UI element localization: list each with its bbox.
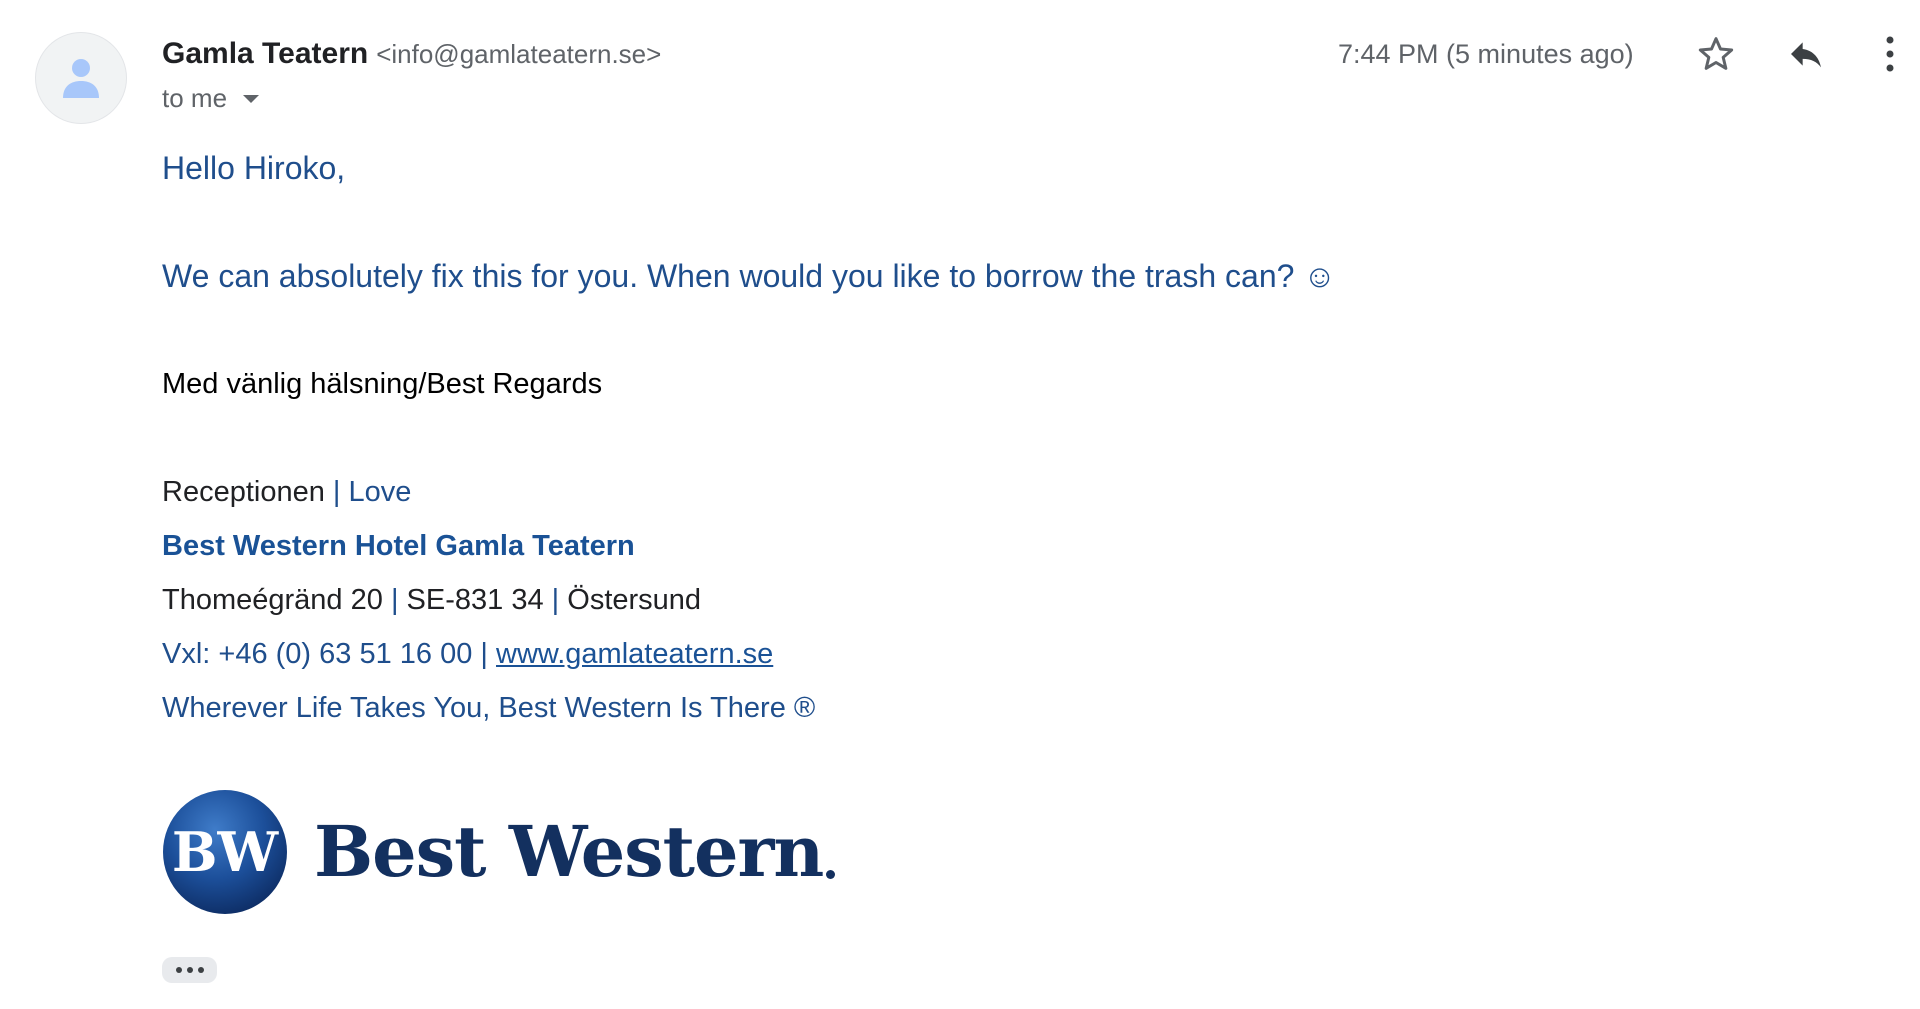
- show-trimmed-content-button[interactable]: [162, 957, 217, 983]
- bw-badge-text: BW: [172, 820, 280, 884]
- ellipsis-icon: [197, 967, 204, 973]
- ellipsis-icon: [186, 967, 193, 973]
- sender-line: Gamla Teatern <info@gamlateatern.se>: [162, 36, 661, 77]
- address-separator: |: [551, 584, 560, 616]
- ellipsis-icon: [175, 967, 182, 973]
- signature-department: Receptionen: [162, 476, 325, 508]
- sender-name[interactable]: Gamla Teatern: [162, 37, 368, 70]
- message-timestamp: 7:44 PM (5 minutes ago): [1338, 39, 1634, 69]
- address-separator: |: [390, 584, 399, 616]
- recipient-label: to me: [162, 83, 228, 113]
- message-body: We can absolutely fix this for you. When…: [162, 258, 1336, 294]
- signature-slogan: Wherever Life Takes You, Best Western Is…: [162, 692, 816, 724]
- bw-badge-logo: BW: [163, 790, 287, 914]
- address-street: Thomeégränd 20: [162, 584, 383, 616]
- address-city: Östersund: [567, 584, 702, 616]
- reply-icon: [1791, 42, 1821, 68]
- website-link[interactable]: www.gamlateatern.se: [496, 638, 773, 670]
- signature-contact: Vxl: +46 (0) 63 51 16 00 | www.gamlateat…: [162, 636, 773, 672]
- sender-email[interactable]: <info@gamlateatern.se>: [376, 39, 661, 69]
- recipient-line[interactable]: to me: [162, 82, 260, 114]
- signature-address: Thomeégränd 20 | SE-831 34 | Östersund: [162, 582, 701, 618]
- person-icon: [63, 59, 99, 98]
- more-options-button[interactable]: [1870, 29, 1910, 79]
- logo-wordmark: Best Western: [314, 810, 824, 893]
- signature-department-line: Receptionen | Love: [162, 474, 411, 510]
- sender-avatar[interactable]: [36, 33, 126, 123]
- signature-phone: Vxl: +46 (0) 63 51 16 00 |: [162, 638, 488, 670]
- signature-hotel-name: Best Western Hotel Gamla Teatern: [162, 530, 635, 562]
- star-icon: [1698, 37, 1734, 70]
- signature-signoff: Med vänlig hälsning/Best Regards: [162, 368, 603, 400]
- more-vert-icon: [1886, 36, 1894, 72]
- star-button[interactable]: [1691, 29, 1741, 79]
- caret-down-icon[interactable]: [243, 95, 260, 103]
- message-greeting: Hello Hiroko,: [162, 150, 346, 186]
- best-western-logo: BW Best Western: [162, 789, 836, 915]
- logo-dot: [826, 870, 836, 879]
- reply-button[interactable]: [1781, 29, 1831, 79]
- address-postal: SE-831 34: [406, 584, 544, 616]
- signature-department-suffix: | Love: [332, 476, 412, 508]
